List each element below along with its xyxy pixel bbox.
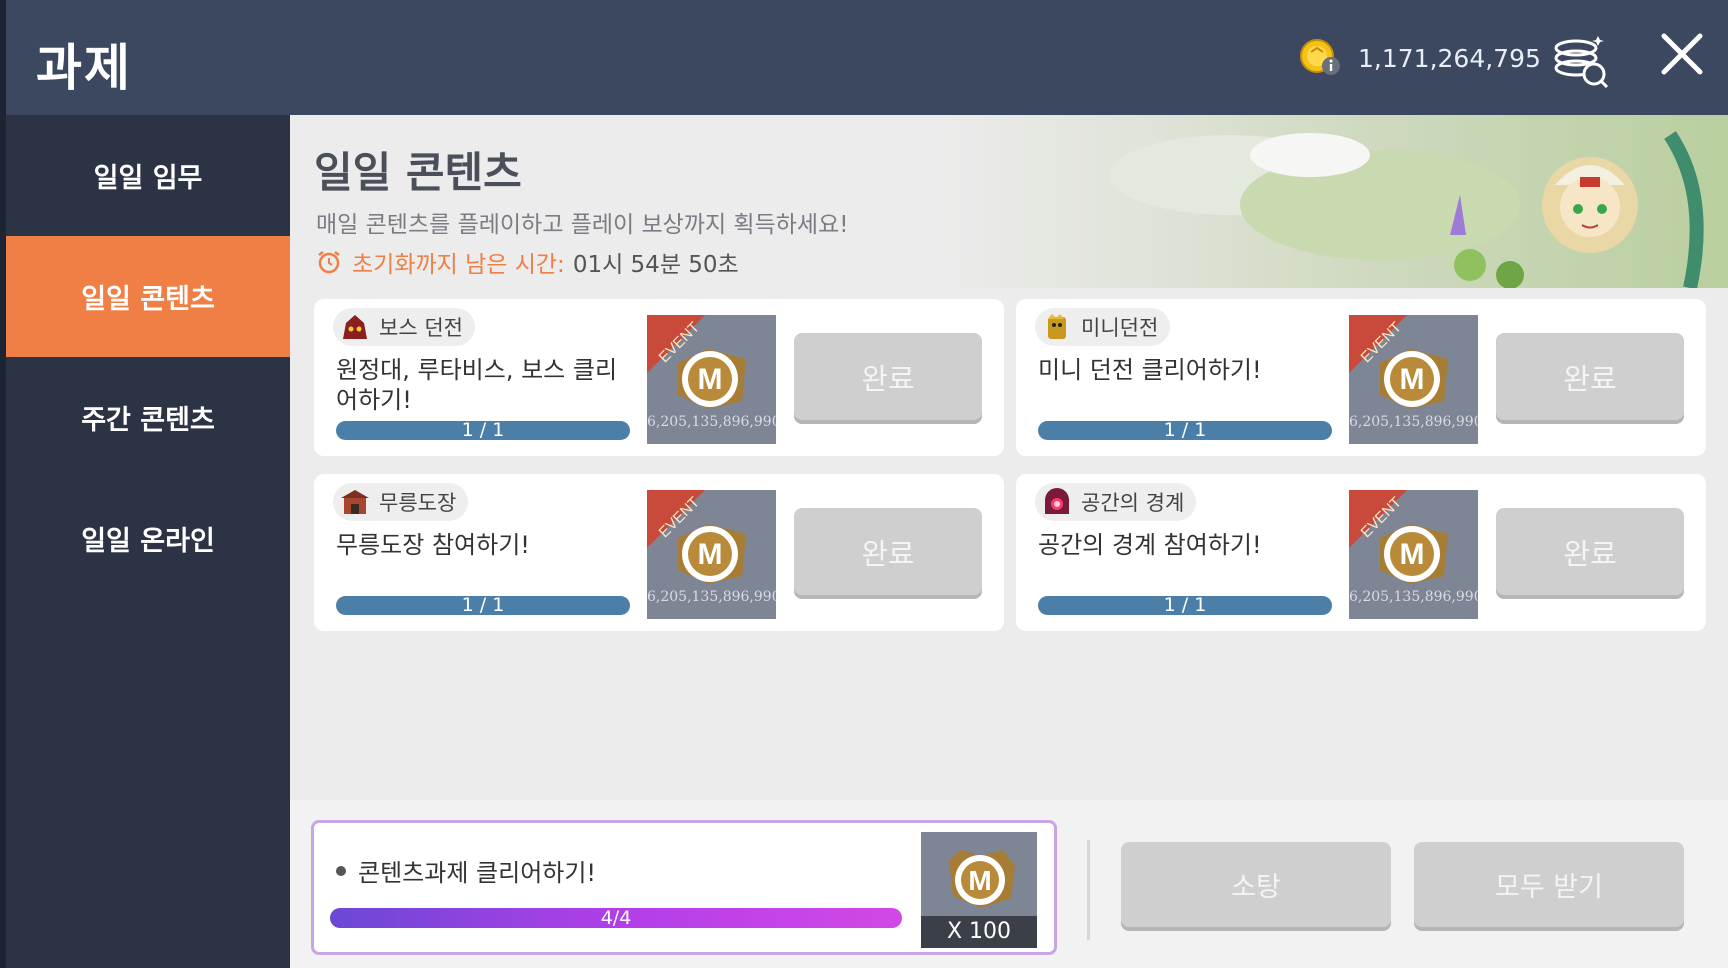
task-tag-label: 무릉도장 (379, 491, 457, 515)
svg-text:M: M (1400, 538, 1425, 571)
coin-amount: 1,171,264,795 (1358, 44, 1541, 73)
task-progress-bar: 1 / 1 (1038, 421, 1332, 440)
alarm-clock-icon (318, 251, 340, 274)
task-tag-label: 보스 던전 (379, 316, 463, 340)
task-description: 원정대, 루타비스, 보스 클리어하기! (336, 356, 618, 414)
task-card: 공간의 경계 공간의 경계 참여하기! 1 / 1 EVENT M 6,205,… (1016, 474, 1706, 631)
task-tag: 보스 던전 (333, 308, 475, 346)
reset-timer: 초기화까지 남은 시간: 01시 54분 50초 (316, 245, 739, 279)
coin-info-icon[interactable] (1299, 38, 1343, 78)
summary-progress-bar: 4/4 (330, 908, 902, 928)
bullet-dot (336, 865, 346, 876)
sweep-button[interactable]: 소탕 (1121, 842, 1391, 927)
sidebar-item-label: 주간 콘텐츠 (81, 405, 215, 436)
complete-button[interactable]: 완료 (794, 508, 982, 595)
task-card: 무릉도장 무릉도장 참여하기! 1 / 1 EVENT M 6,205,135,… (314, 474, 1004, 631)
summary-text: 콘텐츠과제 클리어하기! (336, 853, 596, 888)
task-tag-label: 미니던전 (1081, 316, 1159, 340)
header-bar: 과제 1,171,264,795 (6, 0, 1728, 115)
task-card: 미니던전 미니 던전 클리어하기! 1 / 1 EVENT M 6,205,13… (1016, 299, 1706, 456)
sidebar-item-label: 일일 온라인 (81, 526, 215, 557)
summary-label: 콘텐츠과제 클리어하기! (358, 859, 597, 887)
reward-slot[interactable]: EVENT M 6,205,135,896,990 (647, 315, 776, 444)
maple-point-medal-icon: M (678, 349, 746, 409)
divider (1087, 840, 1090, 940)
mini-dungeon-icon (1048, 314, 1066, 339)
svg-text:M: M (698, 538, 723, 571)
sidebar: 일일 임무 일일 콘텐츠 주간 콘텐츠 일일 온라인 (6, 115, 290, 968)
sidebar-item-label: 일일 임무 (93, 163, 203, 194)
content-task-summary: 콘텐츠과제 클리어하기! 4/4 M X 100 (311, 820, 1057, 955)
task-progress-bar: 1 / 1 (336, 421, 630, 440)
claim-all-button[interactable]: 모두 받기 (1414, 842, 1684, 927)
maple-point-medal-icon: M (1380, 349, 1448, 409)
task-progress-bar: 1 / 1 (336, 596, 630, 615)
complete-button[interactable]: 완료 (1496, 333, 1684, 420)
task-progress-bar: 1 / 1 (1038, 596, 1332, 615)
bottom-panel: 콘텐츠과제 클리어하기! 4/4 M X 100 소탕 모두 받기 (290, 800, 1728, 968)
reward-slot[interactable]: EVENT M 6,205,135,896,990 (647, 490, 776, 619)
boss-dungeon-icon (343, 315, 367, 339)
sidebar-item-daily-mission[interactable]: 일일 임무 (6, 115, 290, 236)
reward-amount: 6,205,135,896,990 (1349, 589, 1478, 605)
sidebar-item-daily-online[interactable]: 일일 온라인 (6, 478, 290, 599)
close-icon[interactable] (1658, 30, 1706, 78)
sidebar-item-weekly-content[interactable]: 주간 콘텐츠 (6, 357, 290, 478)
page-title: 과제 (36, 39, 132, 97)
maple-point-medal-icon: M (949, 850, 1015, 908)
complete-button[interactable]: 완료 (794, 333, 982, 420)
svg-text:M: M (1400, 363, 1425, 396)
currency-exchange-icon[interactable] (1548, 30, 1614, 88)
task-description: 미니 던전 클리어하기! (1038, 356, 1262, 384)
banner: 일일 콘텐츠 매일 콘텐츠를 플레이하고 플레이 보상까지 획득하세요! 초기화… (290, 115, 1728, 288)
svg-text:M: M (968, 865, 991, 896)
task-card: 보스 던전 원정대, 루타비스, 보스 클리어하기! 1 / 1 EVENT M… (314, 299, 1004, 456)
banner-illustration (1110, 131, 1704, 288)
dimension-gate-icon (1045, 488, 1069, 514)
timer-label: 초기화까지 남은 시간: (352, 252, 565, 278)
maple-point-medal-icon: M (678, 524, 746, 584)
task-tag: 공간의 경계 (1035, 483, 1197, 521)
banner-subtitle: 매일 콘텐츠를 플레이하고 플레이 보상까지 획득하세요! (316, 212, 849, 238)
task-tag-label: 공간의 경계 (1081, 491, 1185, 515)
timer-value: 01시 54분 50초 (572, 252, 739, 278)
sidebar-item-daily-content[interactable]: 일일 콘텐츠 (6, 236, 290, 357)
complete-button[interactable]: 완료 (1496, 508, 1684, 595)
reward-quantity: X 100 (921, 916, 1037, 948)
task-tag: 무릉도장 (333, 483, 469, 521)
reward-amount: 6,205,135,896,990 (647, 414, 776, 430)
reward-slot[interactable]: EVENT M 6,205,135,896,990 (1349, 490, 1478, 619)
task-description: 무릉도장 참여하기! (336, 531, 530, 559)
mureung-dojo-icon (341, 490, 369, 514)
svg-text:M: M (698, 363, 723, 396)
main-panel: 일일 콘텐츠 매일 콘텐츠를 플레이하고 플레이 보상까지 획득하세요! 초기화… (290, 115, 1728, 968)
maple-point-medal-icon: M (1380, 524, 1448, 584)
reward-amount: 6,205,135,896,990 (1349, 414, 1478, 430)
summary-reward-slot[interactable]: M X 100 (921, 832, 1037, 948)
reward-amount: 6,205,135,896,990 (647, 589, 776, 605)
task-tag: 미니던전 (1035, 308, 1171, 346)
task-description: 공간의 경계 참여하기! (1038, 531, 1262, 559)
banner-title: 일일 콘텐츠 (314, 148, 522, 197)
reward-slot[interactable]: EVENT M 6,205,135,896,990 (1349, 315, 1478, 444)
sidebar-item-label: 일일 콘텐츠 (81, 284, 215, 315)
